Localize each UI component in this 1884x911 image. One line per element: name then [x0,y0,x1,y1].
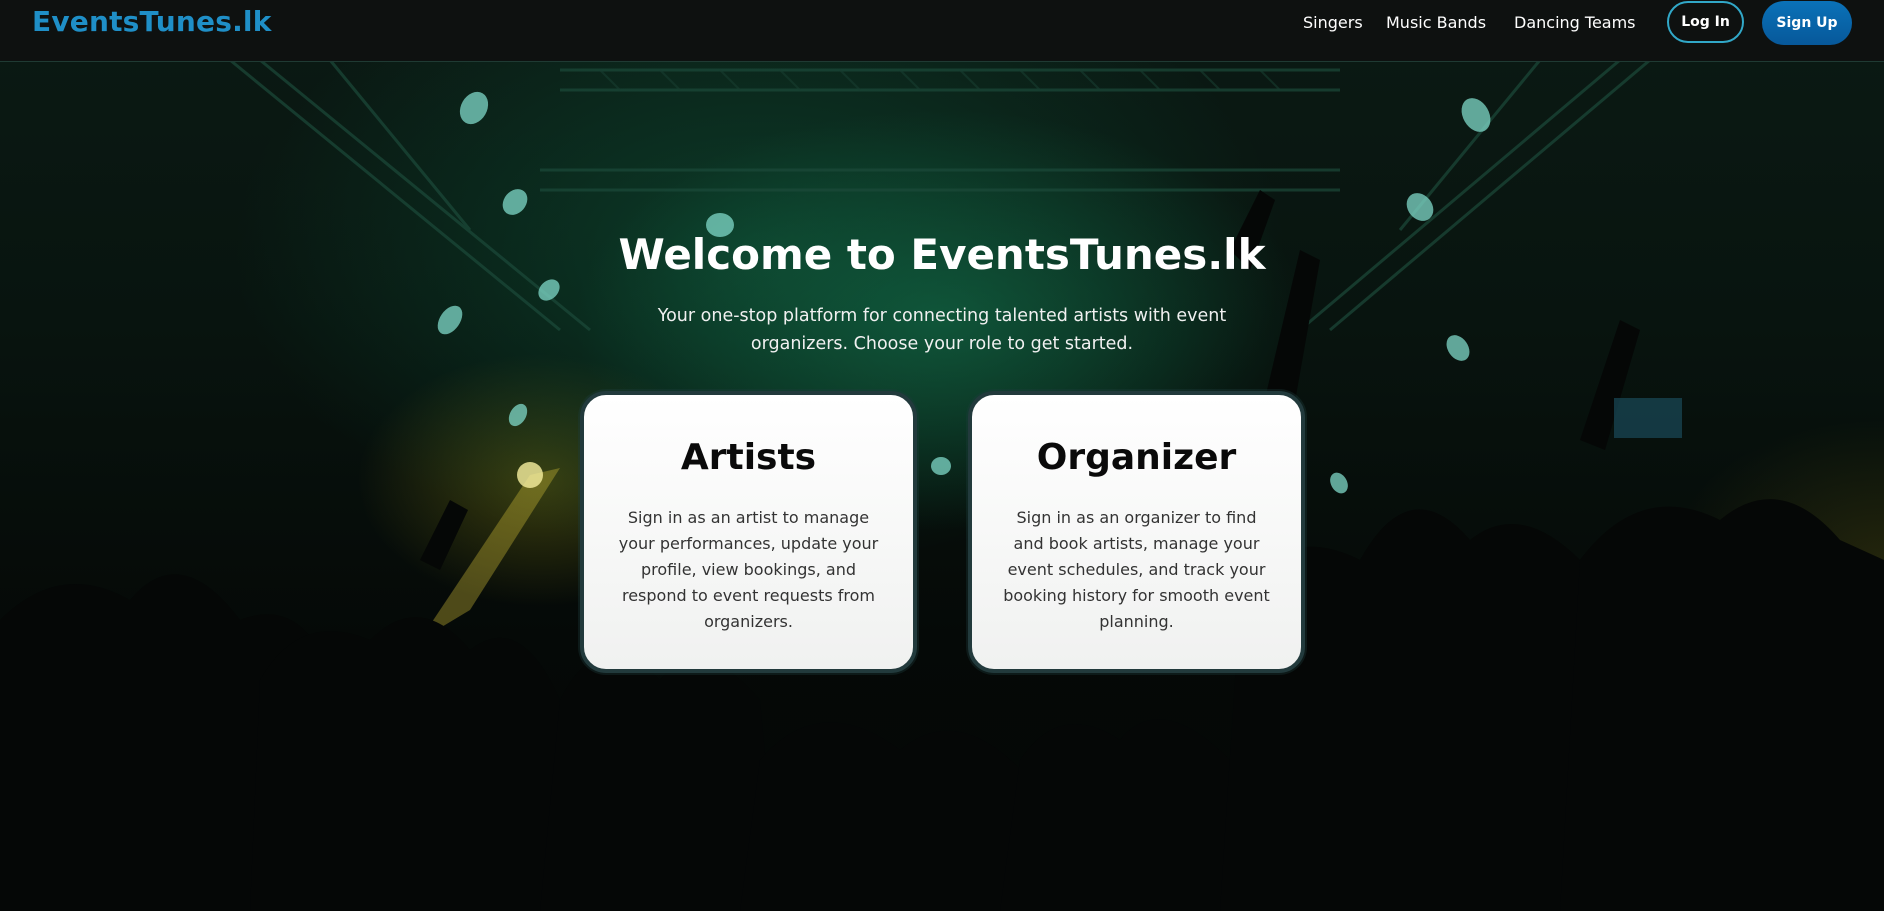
organizer-card-description: Sign in as an organizer to find and book… [1003,508,1270,631]
artists-role-card[interactable]: Artists Sign in as an artist to manage y… [580,391,917,673]
artists-card-description: Sign in as an artist to manage your perf… [618,508,879,631]
organizer-role-card[interactable]: Organizer Sign in as an organizer to fin… [968,391,1305,673]
nav-link-music-bands[interactable]: Music Bands [1386,13,1486,32]
signup-button[interactable]: Sign Up [1762,1,1852,45]
nav-link-singers[interactable]: Singers [1303,13,1363,32]
artists-card-title: Artists [680,437,817,478]
hero-title: Welcome to EventsTunes.lk [618,230,1266,279]
site-logo[interactable]: EventsTunes.lk [32,5,272,38]
concert-background-image [0,58,1884,911]
login-button[interactable]: Log In [1667,1,1744,43]
nav-link-dancing-teams[interactable]: Dancing Teams [1514,13,1636,32]
top-navbar: EventsTunes.lk Singers Music Bands Danci… [0,0,1884,62]
hero-subtitle: Your one-stop platform for connecting ta… [657,306,1227,354]
organizer-card-title: Organizer [1036,437,1237,478]
landing-page: EventsTunes.lk Singers Music Bands Danci… [0,0,1884,911]
